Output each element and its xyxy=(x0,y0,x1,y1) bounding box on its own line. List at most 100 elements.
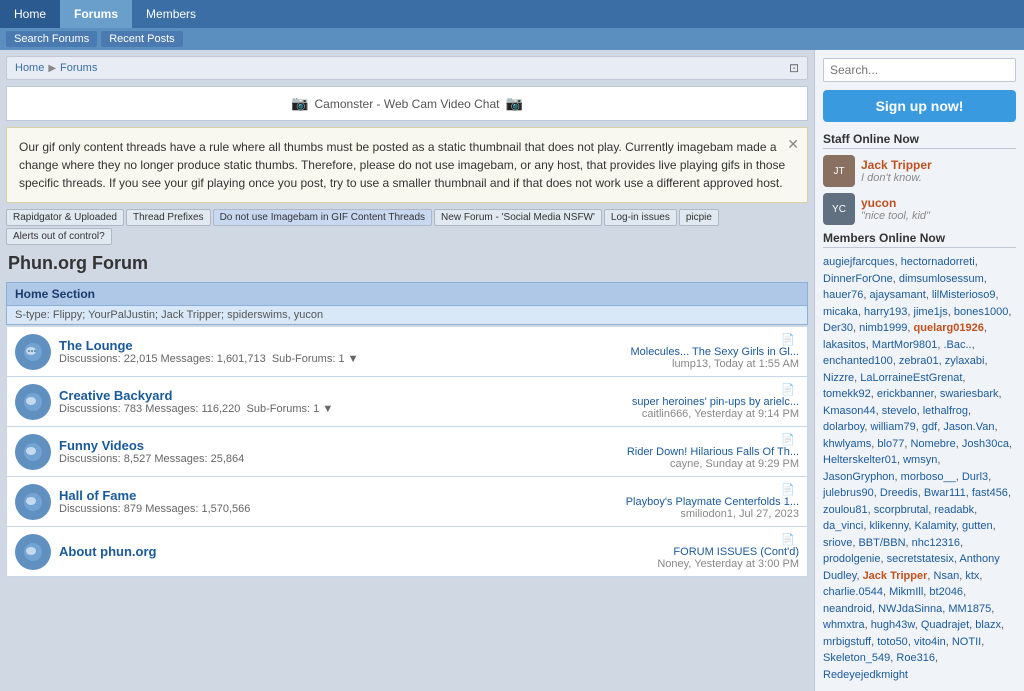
member-link[interactable]: .Bac.. xyxy=(943,339,971,351)
staff-name-jack[interactable]: Jack Tripper xyxy=(861,158,932,172)
member-link[interactable]: whmxtra xyxy=(823,619,865,631)
member-link[interactable]: Durl3 xyxy=(962,471,988,483)
member-link[interactable]: scorpbrutal xyxy=(874,504,928,516)
member-link[interactable]: tomekk92 xyxy=(823,388,871,400)
member-link[interactable]: augiejfarcques xyxy=(823,256,895,268)
member-link[interactable]: zoulou81 xyxy=(823,504,868,516)
member-link[interactable]: sriove xyxy=(823,537,852,549)
forum-latest-title-about[interactable]: FORUM ISSUES (Cont'd) xyxy=(579,546,799,558)
member-link[interactable]: Der30 xyxy=(823,322,853,334)
search-input[interactable] xyxy=(823,58,1016,82)
search-forums-btn[interactable]: Search Forums xyxy=(6,31,97,47)
forum-name-about[interactable]: About phun.org xyxy=(59,544,571,559)
forum-name-creative[interactable]: Creative Backyard xyxy=(59,388,571,403)
member-link[interactable]: Nomebre xyxy=(910,438,955,450)
ql-login-issues[interactable]: Log-in issues xyxy=(604,209,677,226)
member-link[interactable]: khwlyams xyxy=(823,438,871,450)
member-link[interactable]: stevelo xyxy=(882,405,917,417)
member-link[interactable]: BBT/BBN xyxy=(858,537,905,549)
member-link[interactable]: DinnerForOne xyxy=(823,273,893,285)
member-link[interactable]: hugh43w xyxy=(871,619,915,631)
member-link[interactable]: MikmIll xyxy=(889,586,923,598)
member-link[interactable]: klikenny xyxy=(869,520,908,532)
member-link[interactable]: Kalamity xyxy=(915,520,956,532)
signup-button[interactable]: Sign up now! xyxy=(823,90,1016,122)
member-link[interactable]: Redeyejedkmight xyxy=(823,669,908,681)
member-link[interactable]: blazx xyxy=(975,619,1001,631)
member-link[interactable]: toto50 xyxy=(877,636,908,648)
breadcrumb-external-icon[interactable]: ⊡ xyxy=(789,61,799,75)
staff-name-yucon[interactable]: yucon xyxy=(861,196,930,210)
member-link[interactable]: william79 xyxy=(871,421,916,433)
nav-members[interactable]: Members xyxy=(132,0,210,28)
member-link[interactable]: dolarboy xyxy=(823,421,864,433)
member-link[interactable]: Bwar111 xyxy=(924,487,966,499)
nav-home[interactable]: Home xyxy=(0,0,60,28)
member-link[interactable]: Dreedis xyxy=(880,487,918,499)
member-link[interactable]: zebra01 xyxy=(899,355,939,367)
member-link[interactable]: hectornadorreti xyxy=(901,256,975,268)
member-link[interactable]: swariesbark xyxy=(940,388,999,400)
member-link[interactable]: NOTII xyxy=(952,636,981,648)
forum-name-lounge[interactable]: The Lounge xyxy=(59,338,571,353)
member-link[interactable]: enchanted100 xyxy=(823,355,893,367)
member-link[interactable]: lakasitos xyxy=(823,339,866,351)
member-link[interactable]: harry193 xyxy=(864,306,907,318)
member-link[interactable]: prodolgenie xyxy=(823,553,881,565)
member-link[interactable]: julebrus90 xyxy=(823,487,874,499)
member-link[interactable]: vito4in xyxy=(914,636,946,648)
member-link[interactable]: blo77 xyxy=(877,438,904,450)
forum-name-funny[interactable]: Funny Videos xyxy=(59,438,571,453)
breadcrumb-forums[interactable]: Forums xyxy=(60,62,97,74)
member-link[interactable]: Nizzre xyxy=(823,372,854,384)
member-link[interactable]: JasonGryphon xyxy=(823,471,895,483)
ql-thread-prefixes[interactable]: Thread Prefixes xyxy=(126,209,211,226)
member-link[interactable]: lethalfrog xyxy=(923,405,968,417)
member-link[interactable]: MartMor9801 xyxy=(872,339,937,351)
forum-latest-title-lounge[interactable]: Molecules... The Sexy Girls in Gl... xyxy=(579,346,799,358)
member-link[interactable]: charlie.0544 xyxy=(823,586,883,598)
member-link[interactable]: gdf xyxy=(922,421,937,433)
member-link[interactable]: morboso__ xyxy=(901,471,956,483)
member-link[interactable]: dimsumlosessum xyxy=(899,273,984,285)
member-link[interactable]: zylaxabi xyxy=(945,355,985,367)
member-link[interactable]: hauer76 xyxy=(823,289,863,301)
member-link[interactable]: Nsan xyxy=(934,570,960,582)
member-link[interactable]: lilMisterioso9 xyxy=(932,289,996,301)
member-link[interactable]: ajaysamant xyxy=(870,289,926,301)
member-link[interactable]: Josh30ca xyxy=(962,438,1009,450)
member-link[interactable]: NWJdaSinna xyxy=(878,603,942,615)
member-link[interactable]: Jack Tripper xyxy=(863,570,928,582)
member-link[interactable]: fast456 xyxy=(972,487,1008,499)
nav-forums[interactable]: Forums xyxy=(60,0,132,28)
member-link[interactable]: bones1000 xyxy=(954,306,1008,318)
member-link[interactable]: erickbanner xyxy=(877,388,934,400)
member-link[interactable]: mrbigstuff xyxy=(823,636,871,648)
member-link[interactable]: Kmason44 xyxy=(823,405,876,417)
ql-no-imagebam[interactable]: Do not use Imagebam in GIF Content Threa… xyxy=(213,209,432,226)
member-link[interactable]: wmsyn xyxy=(903,454,937,466)
forum-latest-title-creative[interactable]: super heroines' pin-ups by arielc... xyxy=(579,396,799,408)
member-link[interactable]: nimb1999 xyxy=(859,322,907,334)
member-link[interactable]: readabk xyxy=(934,504,974,516)
member-link[interactable]: Roe316 xyxy=(896,652,935,664)
notice-close-btn[interactable]: ✕ xyxy=(787,134,799,155)
member-link[interactable]: da_vinci xyxy=(823,520,863,532)
forum-name-hof[interactable]: Hall of Fame xyxy=(59,488,571,503)
member-link[interactable]: Jason.Van xyxy=(943,421,994,433)
ql-picpie[interactable]: picpie xyxy=(679,209,719,226)
recent-posts-btn[interactable]: Recent Posts xyxy=(101,31,182,47)
member-link[interactable]: neandroid xyxy=(823,603,872,615)
ql-new-forum[interactable]: New Forum - 'Social Media NSFW' xyxy=(434,209,602,226)
member-link[interactable]: gutten xyxy=(962,520,993,532)
member-link[interactable]: Helterskelter01 xyxy=(823,454,897,466)
forum-latest-title-hof[interactable]: Playboy's Playmate Centerfolds 1... xyxy=(579,496,799,508)
ql-rapidgator[interactable]: Rapidgator & Uploaded xyxy=(6,209,124,226)
member-link[interactable]: jime1js xyxy=(914,306,948,318)
member-link[interactable]: ktx xyxy=(965,570,979,582)
member-link[interactable]: quelarg01926 xyxy=(914,322,984,334)
member-link[interactable]: Quadrajet xyxy=(921,619,969,631)
member-link[interactable]: micaka xyxy=(823,306,858,318)
member-link[interactable]: bt2046 xyxy=(929,586,963,598)
forum-latest-title-funny[interactable]: Rider Down! Hilarious Falls Of Th... xyxy=(579,446,799,458)
